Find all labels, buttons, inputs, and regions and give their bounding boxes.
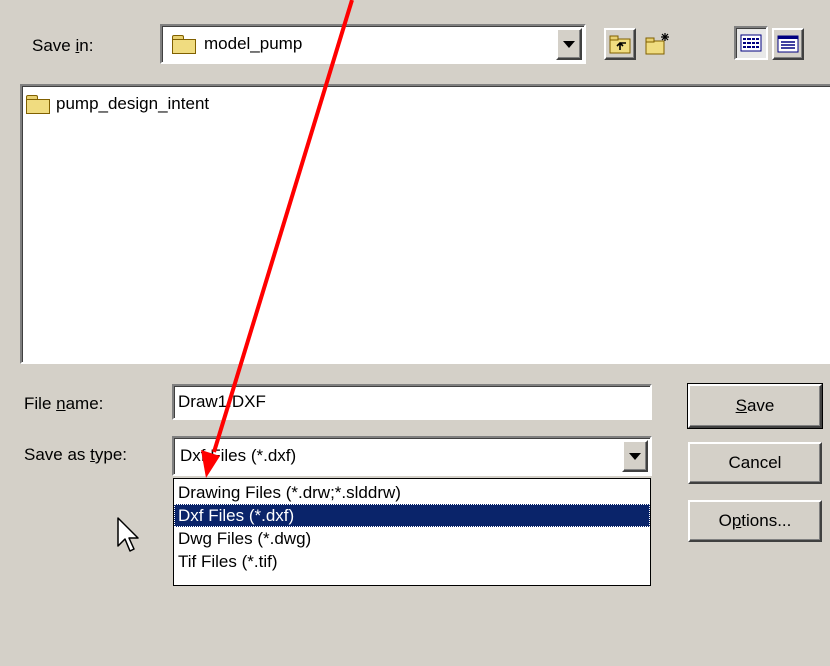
file-list-item-name: pump_design_intent [56, 94, 210, 113]
up-one-level-button[interactable] [604, 28, 636, 60]
save-in-label: Save in: [32, 36, 94, 55]
details-view-button[interactable] [772, 28, 804, 60]
save-as-type-value: Dxf Files (*.dxf) [180, 446, 297, 465]
save-as-type-dropdown-arrow[interactable] [622, 440, 648, 472]
folder-icon [26, 95, 50, 114]
file-name-value: Draw1.DXF [178, 392, 266, 411]
save-in-dropdown-arrow[interactable] [556, 28, 582, 60]
save-as-type-label: Save as type: [24, 445, 128, 464]
mouse-pointer-icon [117, 517, 139, 552]
open-folder-icon [172, 35, 196, 54]
file-name-field[interactable]: Draw1.DXF [172, 384, 652, 420]
save-as-type-options-list[interactable]: Drawing Files (*.drw;*.slddrw) Dxf Files… [173, 478, 651, 586]
save-as-type-option-dxf[interactable]: Dxf Files (*.dxf) [174, 504, 650, 527]
chevron-down-icon [563, 40, 575, 48]
options-button[interactable]: Op tions... [688, 500, 822, 542]
list-item[interactable]: pump_design_intent [26, 94, 830, 114]
save-in-dropdown[interactable]: model_pump [160, 24, 586, 64]
save-as-type-option-tif[interactable]: Tif Files (*.tif) [174, 550, 650, 573]
save-as-type-option-dwg[interactable]: Dwg Files (*.dwg) [174, 527, 650, 550]
list-view-icon [740, 34, 762, 52]
create-new-folder-button[interactable] [642, 28, 674, 60]
save-as-type-dropdown[interactable]: Dxf Files (*.dxf) [172, 436, 652, 476]
save-in-value: model_pump [204, 34, 303, 53]
chevron-down-icon [629, 452, 641, 460]
cancel-button[interactable]: Cancel [688, 442, 822, 484]
file-name-label: File name: [24, 394, 104, 413]
save-button[interactable]: Save [687, 383, 823, 429]
save-as-type-option-drawing[interactable]: Drawing Files (*.drw;*.slddrw) [174, 481, 650, 504]
new-folder-icon [645, 33, 669, 55]
details-view-icon [777, 35, 799, 53]
up-folder-icon [609, 35, 631, 54]
list-view-button[interactable] [734, 26, 768, 60]
file-list[interactable]: pump_design_intent [20, 84, 830, 364]
